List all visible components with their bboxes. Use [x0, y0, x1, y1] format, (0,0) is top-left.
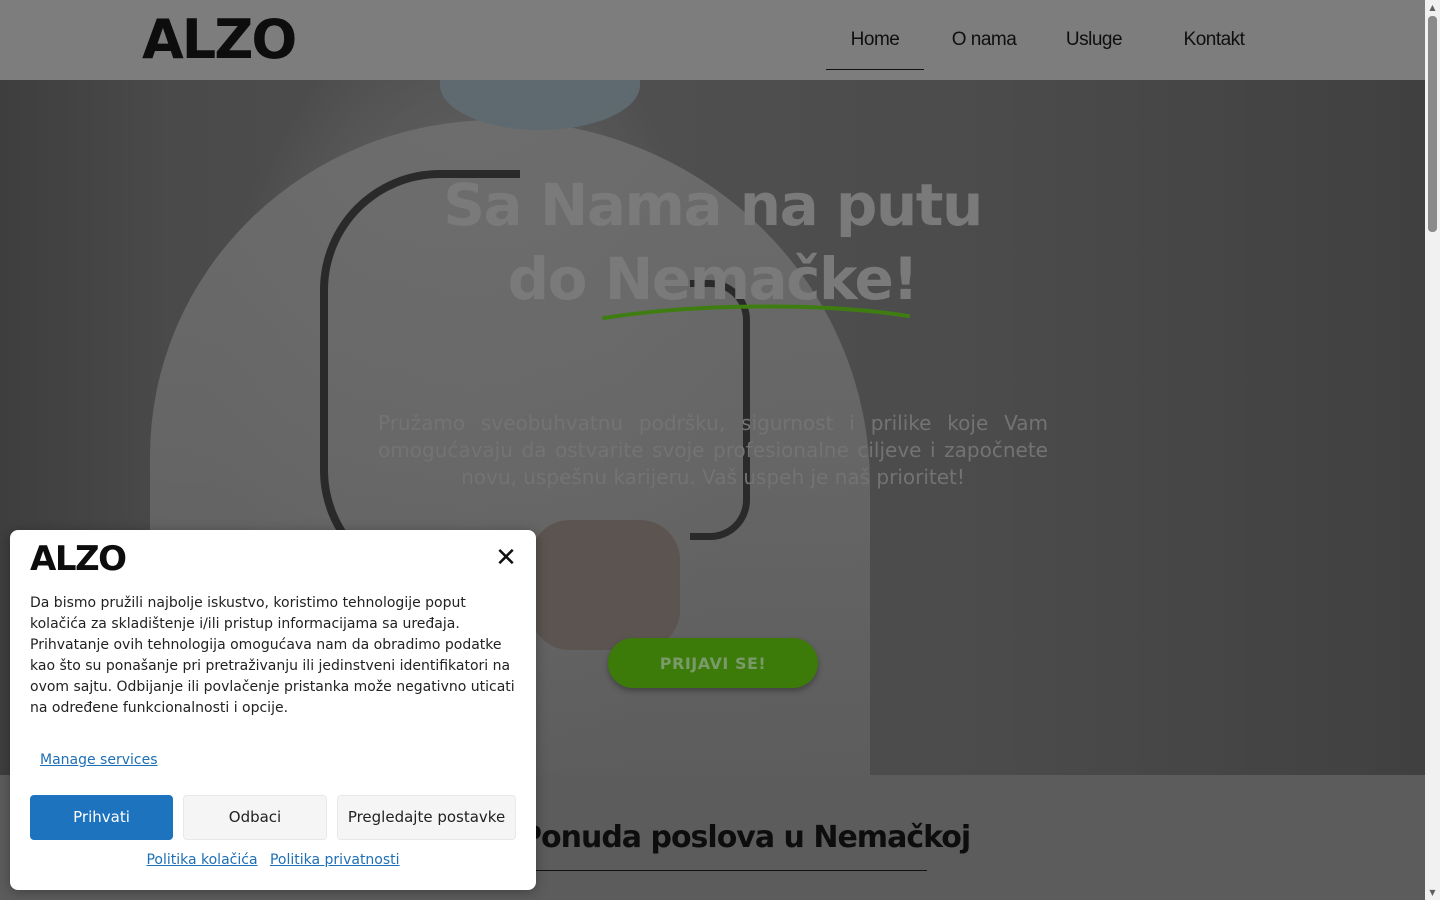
nav-item-kontakt[interactable]: Kontakt — [1144, 0, 1284, 70]
cookie-consent-text: Da bismo pružili najbolje iskustvo, kori… — [30, 595, 515, 716]
scroll-down-arrow-icon[interactable]: ▼ — [1425, 885, 1440, 900]
view-preferences-button[interactable]: Pregledajte postavke — [337, 795, 516, 840]
cookie-policy-link[interactable]: Politika kolačića — [146, 852, 257, 868]
apply-button[interactable]: PRIJAVI SE! — [608, 638, 818, 688]
close-icon[interactable]: ✕ — [494, 545, 518, 571]
site-logo[interactable]: ALZO — [142, 10, 297, 70]
hero-image-hands — [530, 520, 680, 650]
nav-item-home[interactable]: Home — [826, 0, 924, 70]
site-header: ALZO Home O nama Usluge Kontakt — [0, 0, 1425, 80]
hero-description: Pružamo sveobuhvatnu podršku, sigurnost … — [378, 411, 1048, 489]
page-scrollbar[interactable]: ▲ ▼ — [1425, 0, 1440, 900]
privacy-policy-link[interactable]: Politika privatnosti — [270, 852, 400, 868]
hero-title-line1: Sa Nama na putu — [443, 171, 983, 239]
deny-button[interactable]: Odbaci — [183, 795, 327, 840]
manage-services-link[interactable]: Manage services — [40, 752, 158, 768]
cookie-dialog-logo: ALZO — [30, 539, 127, 579]
section-title-underline — [490, 870, 927, 871]
cookie-consent-dialog: ALZO ✕ Da bismo pružili najbolje iskustv… — [10, 530, 536, 890]
section-title: Ponuda poslova u Nemačkoj — [520, 820, 971, 855]
nav-item-usluge[interactable]: Usluge — [1044, 0, 1144, 70]
title-underline-swoosh — [602, 304, 910, 320]
accept-button[interactable]: Prihvati — [30, 795, 173, 840]
scrollbar-thumb[interactable] — [1428, 16, 1437, 232]
main-nav: Home O nama Usluge Kontakt — [826, 0, 1284, 80]
nav-item-o-nama[interactable]: O nama — [924, 0, 1044, 70]
scroll-up-arrow-icon[interactable]: ▲ — [1425, 0, 1440, 15]
hero-title: Sa Nama na putu do Nemačke! — [360, 168, 1065, 316]
cookie-policy-links: Politika kolačića Politika privatnosti — [10, 852, 536, 868]
